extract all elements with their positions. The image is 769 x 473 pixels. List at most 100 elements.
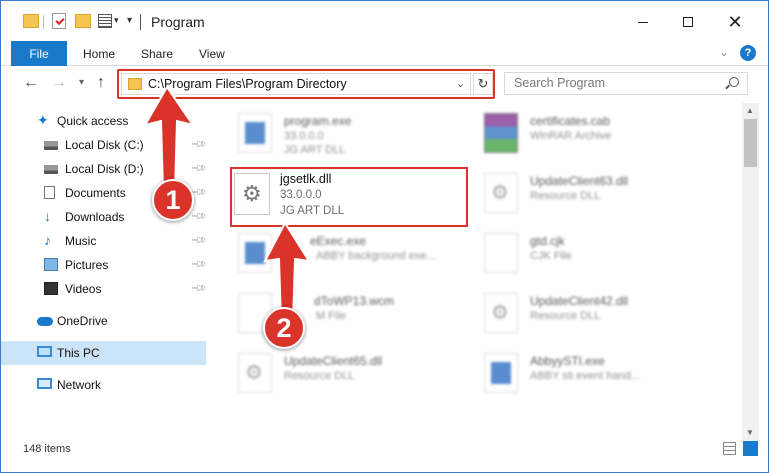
file-version: 33.0.0.0 [284, 130, 324, 142]
maximize-icon [683, 17, 693, 27]
file-name: UpdateClient42.dll [530, 294, 629, 308]
file-item[interactable]: program.exe 33.0.0.0 JG ART DLL [234, 111, 474, 161]
dll-file-icon [484, 173, 518, 213]
close-button[interactable]: ✕ [712, 7, 758, 37]
dll-file-icon [234, 173, 270, 215]
customize-toolbar-icon[interactable]: ▾ [127, 15, 132, 26]
pin-icon[interactable]: 📌︎ [190, 208, 207, 225]
ribbon-tabs: File Home Share View ⌄ ? [1, 41, 768, 66]
file-description: JG ART DLL [280, 205, 345, 217]
view-details-icon[interactable] [98, 14, 112, 28]
sidebar-item-label: This PC [57, 346, 100, 360]
executable-file-icon [484, 353, 518, 393]
sidebar-item-pictures[interactable]: Pictures 📌︎ [1, 253, 207, 277]
explorer-window: ▾ ▾ Program ✕ File Home Share View ⌄ ? ←… [0, 0, 769, 473]
sidebar-item-label: Videos [65, 282, 102, 296]
scroll-down-icon[interactable]: ▼ [746, 428, 754, 437]
sidebar-item-videos[interactable]: Videos 📌︎ [1, 277, 207, 301]
scroll-up-icon[interactable]: ▲ [746, 106, 754, 115]
tab-view[interactable]: View [199, 47, 225, 61]
file-version: 33.0.0.0 [280, 189, 322, 201]
title-divider [140, 14, 141, 30]
file-type: Resource DLL [530, 310, 601, 322]
highlighted-file-item[interactable]: jgsetlk.dll 33.0.0.0 JG ART DLL [234, 171, 464, 223]
sidebar-item-label: Quick access [57, 114, 129, 128]
maximize-button[interactable] [665, 7, 711, 37]
minimize-button[interactable] [620, 7, 666, 37]
sidebar-item-label: Network [57, 378, 102, 392]
sidebar-item-label: Downloads [65, 210, 125, 224]
file-item[interactable]: UpdateClient63.dll Resource DLL [480, 171, 720, 221]
step-2-badge: 2 [263, 307, 305, 349]
file-name: eExec.exe [310, 234, 367, 248]
file-item[interactable]: AbbyySTI.exe ABBY sti event hand... [480, 351, 720, 401]
sidebar-item-label: Documents [65, 186, 126, 200]
item-count: 148 items [23, 443, 71, 455]
search-icon[interactable] [729, 77, 739, 87]
vertical-scrollbar[interactable]: ▲ ▼ [742, 103, 759, 441]
computer-icon [37, 346, 52, 357]
file-name: dToWP13.wcm [314, 294, 395, 308]
network-icon [37, 378, 52, 389]
file-item[interactable]: gtd.cjk CJK File [480, 231, 720, 281]
status-bar: 148 items [1, 441, 768, 472]
large-icons-view-icon[interactable] [743, 441, 758, 456]
file-type: WinRAR Archive [530, 130, 612, 142]
refresh-icon[interactable]: ↻ [473, 73, 493, 95]
sidebar-item-music[interactable]: ♪ Music 📌︎ [1, 229, 207, 253]
recent-locations-icon[interactable]: ▾ [79, 77, 84, 88]
pin-icon[interactable]: 📌︎ [190, 256, 207, 273]
expand-ribbon-icon[interactable]: ⌄ [719, 45, 729, 59]
navigation-bar: ← → ▾ ↑ C:\Program Files\Program Directo… [1, 67, 768, 101]
file-name: UpdateClient63.dll [530, 174, 629, 188]
pin-icon[interactable]: 📌︎ [190, 280, 207, 297]
file-type: ABBY background exe... [316, 250, 436, 262]
file-name: jgsetlk.dll [280, 172, 332, 186]
tab-home[interactable]: Home [83, 47, 115, 61]
window-title: Program [151, 14, 205, 30]
sidebar-item-label: Local Disk (C:) [65, 138, 144, 152]
sidebar-item-label: OneDrive [57, 314, 108, 328]
file-item[interactable]: UpdateClient65.dll Resource DLL [234, 351, 474, 401]
pin-icon[interactable]: 📌︎ [190, 232, 207, 249]
tab-file[interactable]: File [11, 41, 67, 66]
properties-icon[interactable] [52, 13, 66, 29]
search-placeholder: Search Program [514, 76, 606, 90]
drive-icon [44, 141, 58, 150]
new-folder-icon[interactable] [75, 14, 91, 28]
sidebar-item-label: Music [65, 234, 97, 248]
minimize-icon [638, 21, 648, 23]
title-bar: ▾ ▾ Program ✕ [1, 1, 768, 41]
file-name: UpdateClient65.dll [284, 354, 383, 368]
back-arrow-icon[interactable]: ← [23, 74, 39, 92]
chevron-down-icon[interactable]: ⌄ [456, 77, 465, 90]
sidebar-item-network[interactable]: Network [1, 373, 206, 397]
search-input[interactable]: Search Program [504, 72, 748, 95]
scroll-thumb[interactable] [744, 119, 757, 167]
file-type: Resource DLL [284, 370, 355, 382]
up-arrow-icon[interactable]: ↑ [97, 74, 105, 92]
dll-file-icon [238, 353, 272, 393]
pictures-icon [44, 258, 58, 271]
sidebar-item-onedrive[interactable]: OneDrive [1, 309, 206, 333]
file-name: program.exe [284, 114, 352, 128]
file-item[interactable]: UpdateClient42.dll Resource DLL [480, 291, 720, 341]
file-name: AbbyySTI.exe [530, 354, 605, 368]
generic-file-icon [484, 233, 518, 273]
details-view-icon[interactable] [723, 442, 736, 455]
sidebar-item-this-pc[interactable]: This PC [1, 341, 206, 365]
file-name: gtd.cjk [530, 234, 565, 248]
chevron-down-icon[interactable]: ▾ [114, 15, 119, 26]
drive-icon [44, 165, 58, 174]
help-icon[interactable]: ? [740, 45, 756, 61]
tab-share[interactable]: Share [141, 47, 173, 61]
folder-icon [128, 78, 142, 90]
quick-access-divider [43, 15, 44, 29]
music-icon: ♪ [44, 232, 51, 248]
file-type: ABBY sti event hand... [530, 370, 640, 382]
cloud-icon [37, 317, 53, 326]
sidebar-item-label: Pictures [65, 258, 109, 272]
file-item[interactable]: certificates.cab WinRAR Archive [480, 111, 720, 161]
dll-file-icon [484, 293, 518, 333]
forward-arrow-icon[interactable]: → [51, 74, 67, 92]
